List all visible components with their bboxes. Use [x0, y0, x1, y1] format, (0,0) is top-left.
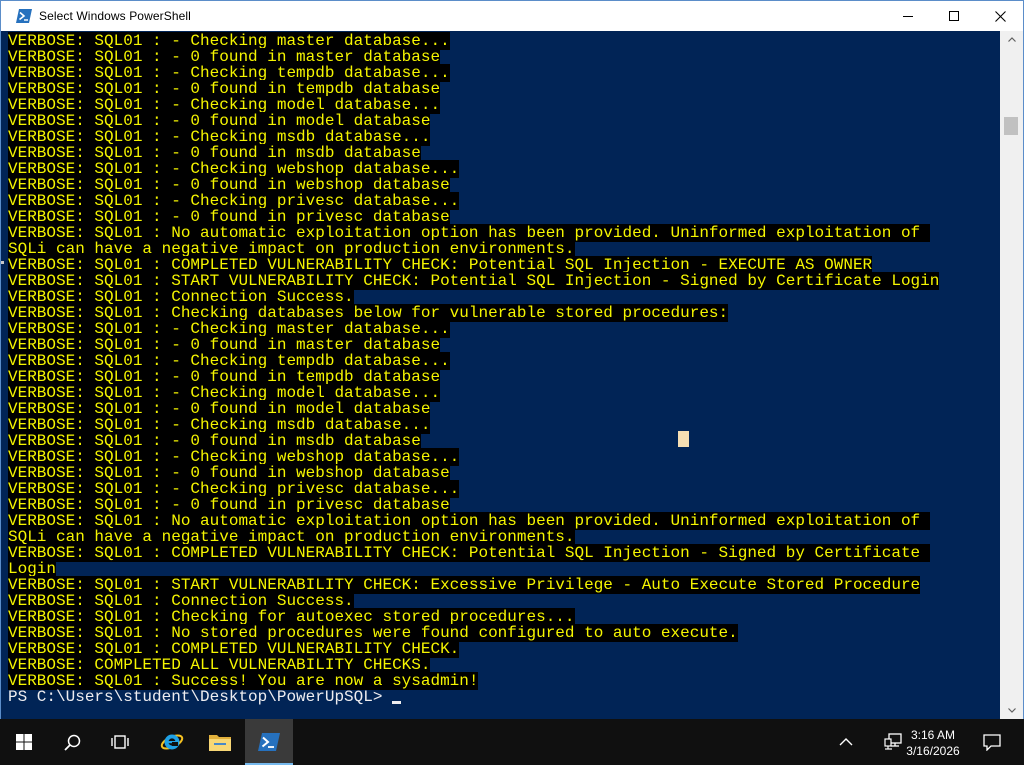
powershell-window: Select Windows PowerShell VERBOSE: SQL01…	[0, 0, 1024, 719]
console-line: VERBOSE: SQL01 : - Checking privesc data…	[8, 480, 939, 498]
console-line: VERBOSE: SQL01 : - Checking webshop data…	[8, 448, 939, 466]
maximize-button[interactable]	[931, 1, 977, 31]
command-prompt[interactable]: PS C:\Users\student\Desktop\PowerUpSQL>	[8, 689, 939, 705]
task-view-icon	[111, 735, 129, 749]
file-explorer-button[interactable]	[196, 719, 244, 765]
start-button[interactable]	[0, 719, 48, 765]
console-line: VERBOSE: SQL01 : Connection Success.	[8, 288, 939, 306]
close-icon	[994, 10, 1006, 22]
console-line: VERBOSE: SQL01 : - Checking master datab…	[8, 320, 939, 338]
window-title: Select Windows PowerShell	[39, 9, 191, 23]
console-line: VERBOSE: SQL01 : - 0 found in msdb datab…	[8, 144, 939, 162]
console-line: VERBOSE: SQL01 : - Checking tempdb datab…	[8, 352, 939, 370]
clock[interactable]: 3:16 AM 3/16/2026	[898, 727, 968, 759]
console-line: VERBOSE: SQL01 : Success! You are now a …	[8, 672, 939, 690]
console-line: VERBOSE: SQL01 : Checking databases belo…	[8, 304, 939, 322]
internet-explorer-icon	[160, 734, 184, 750]
console-line: VERBOSE: SQL01 : - Checking tempdb datab…	[8, 64, 939, 82]
console-line: VERBOSE: SQL01 : - Checking model databa…	[8, 384, 939, 402]
minimize-icon	[903, 16, 913, 17]
console-line: VERBOSE: SQL01 : - Checking master datab…	[8, 32, 939, 50]
clock-date: 3/16/2026	[906, 744, 960, 758]
console-line: VERBOSE: SQL01 : - 0 found in model data…	[8, 400, 939, 418]
minimize-button[interactable]	[885, 1, 931, 31]
task-view-button[interactable]	[96, 719, 144, 765]
console-lines: VERBOSE: SQL01 : - Checking master datab…	[8, 32, 940, 705]
powershell-icon	[258, 733, 280, 751]
console-line: VERBOSE: SQL01 : - Checking msdb databas…	[8, 416, 939, 434]
console-margin-mark	[1, 261, 4, 264]
console-line: VERBOSE: SQL01 : COMPLETED VULNERABILITY…	[8, 640, 939, 658]
action-center-button[interactable]	[970, 719, 1014, 765]
console-line: SQLi can have a negative impact on produ…	[8, 528, 939, 546]
scroll-thumb[interactable]	[1004, 117, 1018, 135]
selection-cursor-block	[678, 431, 689, 447]
folder-icon	[209, 735, 231, 751]
title-bar[interactable]: Select Windows PowerShell	[1, 1, 1023, 31]
console-output[interactable]: VERBOSE: SQL01 : - Checking master datab…	[1, 31, 1000, 719]
console-line: VERBOSE: COMPLETED ALL VULNERABILITY CHE…	[8, 656, 939, 674]
console-line: Login	[8, 560, 939, 578]
taskbar: 3:16 AM 3/16/2026	[0, 719, 1024, 765]
console-line: VERBOSE: SQL01 : No automatic exploitati…	[8, 224, 939, 242]
console-line: VERBOSE: SQL01 : - 0 found in master dat…	[8, 336, 939, 354]
console-line: VERBOSE: SQL01 : - 0 found in privesc da…	[8, 208, 939, 226]
clock-time: 3:16 AM	[910, 728, 956, 742]
console-line: VERBOSE: SQL01 : - Checking privesc data…	[8, 192, 939, 210]
prompt-text: PS C:\Users\student\Desktop\PowerUpSQL>	[8, 688, 393, 706]
console-line: VERBOSE: SQL01 : No automatic exploitati…	[8, 512, 939, 530]
console-line: VERBOSE: SQL01 : - Checking webshop data…	[8, 160, 939, 178]
console-line: VERBOSE: SQL01 : - Checking msdb databas…	[8, 128, 939, 146]
scroll-up-icon	[1007, 37, 1016, 42]
console-line: VERBOSE: SQL01 : Connection Success.	[8, 592, 939, 610]
console-line: VERBOSE: SQL01 : - 0 found in tempdb dat…	[8, 368, 939, 386]
scroll-down-icon	[1007, 708, 1016, 713]
scroll-down-button[interactable]	[1000, 702, 1023, 719]
console-line: VERBOSE: SQL01 : - 0 found in webshop da…	[8, 464, 939, 482]
console-line: VERBOSE: SQL01 : - 0 found in privesc da…	[8, 496, 939, 514]
action-center-icon	[983, 733, 1001, 751]
powershell-icon	[16, 8, 32, 24]
text-cursor	[392, 701, 402, 704]
console-line: SQLi can have a negative impact on produ…	[8, 240, 939, 258]
vertical-scrollbar[interactable]	[1000, 31, 1023, 719]
console-line: VERBOSE: SQL01 : COMPLETED VULNERABILITY…	[8, 256, 939, 274]
chevron-up-icon	[839, 738, 853, 746]
console-line: VERBOSE: SQL01 : COMPLETED VULNERABILITY…	[8, 544, 939, 562]
windows-logo-icon	[16, 734, 32, 750]
close-button[interactable]	[977, 1, 1023, 31]
console-line: VERBOSE: SQL01 : - 0 found in model data…	[8, 112, 939, 130]
maximize-icon	[949, 11, 959, 21]
console-line: VERBOSE: SQL01 : Checking for autoexec s…	[8, 608, 939, 626]
console-line: VERBOSE: SQL01 : - Checking model databa…	[8, 96, 939, 114]
console-line-text: VERBOSE: SQL01 : COMPLETED VULNERABILITY…	[8, 544, 930, 562]
console-line: VERBOSE: SQL01 : START VULNERABILITY CHE…	[8, 576, 939, 594]
console-line: VERBOSE: SQL01 : - 0 found in msdb datab…	[8, 432, 939, 450]
console-line: VERBOSE: SQL01 : No stored procedures we…	[8, 624, 939, 642]
console-line: VERBOSE: SQL01 : - 0 found in tempdb dat…	[8, 80, 939, 98]
scroll-up-button[interactable]	[1000, 31, 1023, 48]
powershell-taskbar-button[interactable]	[245, 719, 293, 765]
show-hidden-icons-button[interactable]	[824, 719, 868, 765]
console-line: VERBOSE: SQL01 : START VULNERABILITY CHE…	[8, 272, 940, 290]
search-button[interactable]	[48, 719, 96, 765]
console-line: VERBOSE: SQL01 : - 0 found in webshop da…	[8, 176, 939, 194]
search-icon	[63, 734, 80, 751]
internet-explorer-button[interactable]	[148, 719, 196, 765]
console-line: VERBOSE: SQL01 : - 0 found in master dat…	[8, 48, 939, 66]
